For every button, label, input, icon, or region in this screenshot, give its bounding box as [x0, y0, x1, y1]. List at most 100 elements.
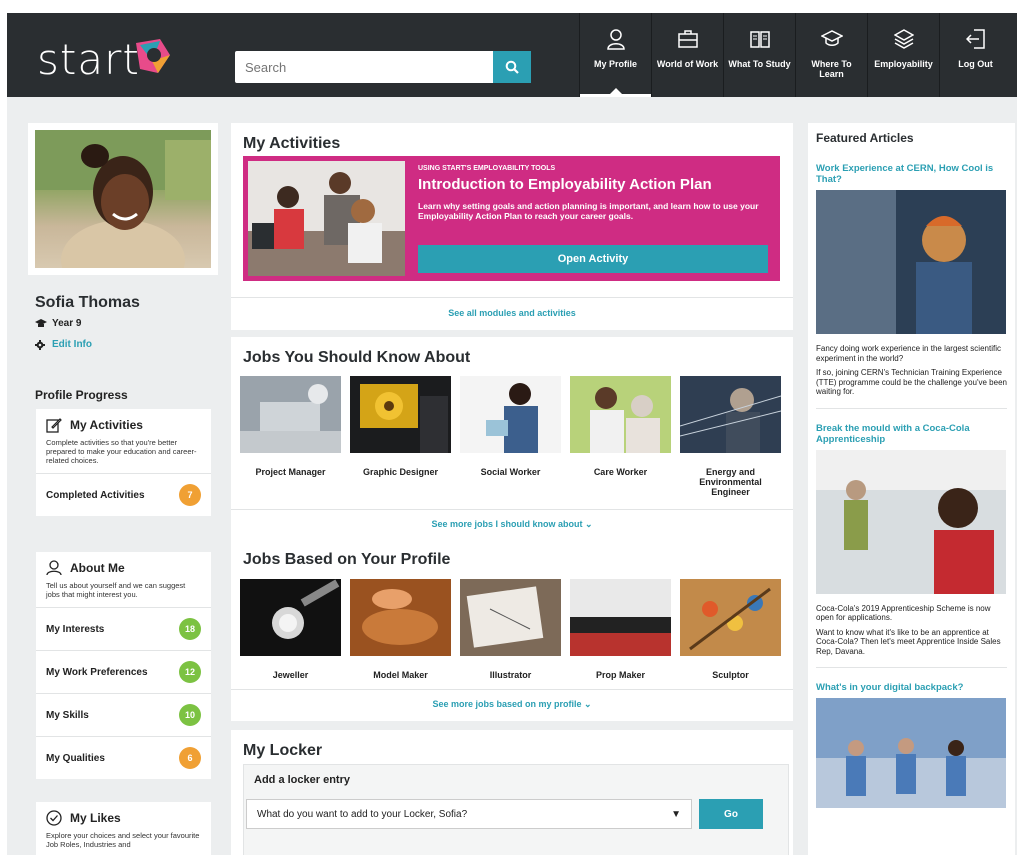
- nav-where-to-learn[interactable]: Where To Learn: [795, 13, 867, 97]
- jobs-section: Jobs You Should Know About Project Manag…: [231, 337, 793, 721]
- activity-promo-banner: USING START'S EMPLOYABILITY TOOLS Introd…: [243, 156, 780, 281]
- article-text: If so, joining CERN's Technician Trainin…: [816, 368, 1007, 396]
- locker-select[interactable]: What do you want to add to your Locker, …: [246, 799, 692, 829]
- article-title[interactable]: Work Experience at CERN, How Cool is Tha…: [816, 163, 1007, 185]
- profile-photo[interactable]: [35, 130, 211, 268]
- job-card[interactable]: Social Worker: [460, 376, 561, 497]
- see-all-modules-link[interactable]: See all modules and activities: [231, 308, 793, 318]
- count-badge: 6: [179, 747, 201, 769]
- logout-icon: [965, 29, 985, 49]
- promo-description: Learn why setting goals and action plann…: [418, 201, 759, 221]
- search-bar: [235, 51, 531, 83]
- book-icon: [749, 31, 770, 48]
- job-image: [570, 579, 671, 656]
- job-image: [240, 579, 341, 656]
- layers-icon: [893, 29, 914, 49]
- promo-title: Introduction to Employability Action Pla…: [418, 176, 712, 193]
- article-title[interactable]: Break the mould with a Coca-Cola Apprent…: [816, 423, 1007, 445]
- job-card[interactable]: Energy and Environmental Engineer: [679, 376, 782, 497]
- section-title: Jobs Based on Your Profile: [243, 551, 451, 568]
- my-qualities-row[interactable]: My Qualities 6: [36, 736, 211, 779]
- jobs-know-list: Project Manager Graphic Designer Social …: [240, 376, 782, 497]
- nav-label: World of Work: [656, 59, 719, 69]
- edit-info-link[interactable]: Edit Info: [35, 339, 92, 350]
- article-card[interactable]: Work Experience at CERN, How Cool is Tha…: [816, 163, 1007, 397]
- job-image: [460, 376, 561, 453]
- article-card[interactable]: What's in your digital backpack?: [816, 682, 1007, 813]
- featured-title: Featured Articles: [816, 131, 914, 145]
- my-interests-row[interactable]: My Interests 18: [36, 607, 211, 650]
- search-icon: [505, 60, 519, 74]
- nav-employability[interactable]: Employability: [867, 13, 939, 97]
- section-title: Jobs You Should Know About: [243, 349, 471, 366]
- nav-label: Where To Learn: [811, 59, 852, 79]
- chevron-down-icon: ▼: [671, 808, 681, 820]
- count-badge: 7: [179, 484, 201, 506]
- person-icon: [46, 560, 62, 576]
- job-image: [350, 376, 451, 453]
- person-icon: [606, 29, 625, 50]
- job-image: [570, 376, 671, 453]
- article-image: [816, 449, 1006, 594]
- graduation-cap-icon: [35, 318, 47, 327]
- see-more-jobs-profile-link[interactable]: See more jobs based on my profile ⌄: [231, 699, 793, 710]
- job-title: Care Worker: [593, 467, 648, 477]
- job-title: Energy and Environmental Engineer: [699, 467, 762, 497]
- count-badge: 18: [179, 618, 201, 640]
- my-skills-row[interactable]: My Skills 10: [36, 693, 211, 736]
- card-description: Explore your choices and select your fav…: [46, 831, 200, 849]
- job-image: [240, 376, 341, 453]
- job-card[interactable]: Prop Maker: [570, 579, 671, 680]
- job-card[interactable]: Illustrator: [460, 579, 561, 680]
- my-activities-card: My Activities Complete activities so tha…: [36, 409, 211, 516]
- main-nav: My Profile World of Work What To Study W…: [579, 13, 1011, 97]
- job-title: Project Manager: [255, 467, 326, 477]
- start-logo-text[interactable]: start: [37, 35, 140, 84]
- article-card[interactable]: Break the mould with a Coca-Cola Apprent…: [816, 423, 1007, 657]
- job-title: Model Maker: [373, 670, 428, 680]
- nav-label: Log Out: [958, 59, 993, 69]
- nav-world-of-work[interactable]: World of Work: [651, 13, 723, 97]
- about-me-card: About Me Tell us about yourself and we c…: [36, 552, 211, 779]
- job-card[interactable]: Care Worker: [570, 376, 671, 497]
- job-card[interactable]: Jeweller: [240, 579, 341, 680]
- job-card[interactable]: Project Manager: [240, 376, 341, 497]
- job-card[interactable]: Graphic Designer: [350, 376, 451, 497]
- job-title: Jeweller: [272, 670, 309, 680]
- gear-icon: [35, 339, 45, 350]
- job-card[interactable]: Sculptor: [680, 579, 781, 680]
- job-image: [350, 579, 451, 656]
- profile-name: Sofia Thomas: [35, 294, 140, 311]
- nav-my-profile[interactable]: My Profile: [579, 13, 651, 97]
- briefcase-icon: [677, 30, 698, 48]
- profile-photo-card: [28, 123, 218, 275]
- article-image: [816, 698, 1006, 808]
- section-title: My Activities: [243, 135, 341, 152]
- locker-entry-box: Add a locker entry What do you want to a…: [243, 764, 789, 855]
- open-activity-button[interactable]: Open Activity: [418, 245, 768, 273]
- go-button[interactable]: Go: [699, 799, 763, 829]
- completed-activities-row[interactable]: Completed Activities 7: [36, 473, 211, 516]
- count-badge: 10: [179, 704, 201, 726]
- my-work-preferences-row[interactable]: My Work Preferences 12: [36, 650, 211, 693]
- job-title: Illustrator: [489, 670, 532, 680]
- job-image: [679, 376, 782, 453]
- search-button[interactable]: [493, 51, 531, 83]
- card-title: My Likes: [70, 811, 121, 825]
- jobs-profile-list: Jeweller Model Maker Illustrator Prop Ma…: [240, 579, 781, 680]
- article-image: [816, 190, 1006, 334]
- nav-what-to-study[interactable]: What To Study: [723, 13, 795, 97]
- chevron-down-icon: ⌄: [585, 519, 593, 529]
- nav-log-out[interactable]: Log Out: [939, 13, 1011, 97]
- article-title[interactable]: What's in your digital backpack?: [816, 682, 1007, 693]
- card-title: About Me: [70, 561, 125, 575]
- featured-articles-panel: Featured Articles Work Experience at CER…: [808, 123, 1015, 855]
- job-image: [460, 579, 561, 656]
- start-logo-icon[interactable]: [130, 33, 176, 79]
- job-card[interactable]: Model Maker: [350, 579, 451, 680]
- my-likes-card: My Likes Explore your choices and select…: [36, 802, 211, 855]
- profile-year: Year 9: [35, 318, 81, 329]
- card-description: Complete activities so that you're bette…: [46, 438, 197, 465]
- search-input[interactable]: [235, 51, 493, 83]
- see-more-jobs-know-link[interactable]: See more jobs I should know about ⌄: [231, 519, 793, 530]
